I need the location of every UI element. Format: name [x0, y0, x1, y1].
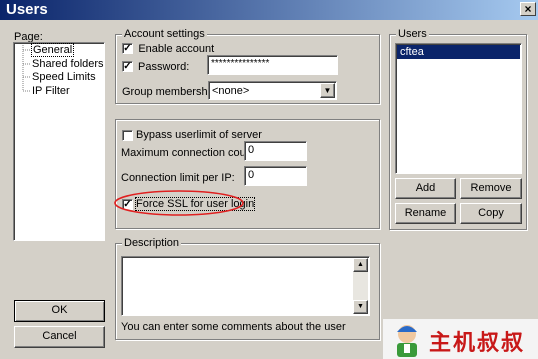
max-conn-label: Maximum connection count:: [121, 147, 258, 159]
tree-item-ip-filter[interactable]: IP Filter: [32, 85, 70, 97]
add-label: Add: [415, 182, 436, 194]
password-checkbox[interactable]: ✓: [122, 61, 133, 72]
watermark-logo: 主机叔叔: [383, 319, 538, 359]
window-title: Users: [6, 1, 48, 18]
enable-account-checkbox[interactable]: ✓: [122, 43, 133, 54]
max-conn-input[interactable]: 0: [244, 141, 307, 161]
remove-label: Remove: [470, 182, 512, 194]
user-item[interactable]: cftea: [397, 45, 520, 59]
tree-item-shared-folders[interactable]: Shared folders: [32, 58, 104, 70]
group-membership-value: <none>: [212, 85, 250, 97]
description-textarea[interactable]: ▲ ▼: [121, 256, 370, 316]
description-label: Description: [122, 237, 182, 249]
enable-account-text: Enable account: [138, 43, 215, 55]
users-list[interactable]: cftea: [395, 43, 522, 174]
group-membership-label: Group membership:: [122, 86, 220, 98]
add-button[interactable]: Add: [395, 178, 456, 199]
account-settings-label: Account settings: [122, 28, 207, 40]
arrow-up-icon: ▲: [357, 261, 364, 268]
copy-label: Copy: [478, 207, 504, 219]
description-hint: You can enter some comments about the us…: [121, 321, 346, 333]
scroll-down-button[interactable]: ▼: [353, 300, 368, 314]
password-label: Password:: [138, 61, 190, 73]
copy-button[interactable]: Copy: [460, 203, 522, 224]
tree-item-speed-limits[interactable]: Speed Limits: [32, 71, 96, 83]
mascot-icon: [397, 325, 417, 357]
arrow-down-icon: ▼: [357, 303, 364, 310]
scroll-up-button[interactable]: ▲: [353, 258, 368, 272]
ok-button[interactable]: OK: [14, 300, 105, 322]
ok-label: OK: [51, 304, 68, 316]
bypass-label: Bypass userlimit of server: [136, 129, 262, 141]
chevron-down-icon: ▼: [323, 86, 332, 95]
watermark-text: 主机叔叔: [429, 331, 526, 356]
cancel-button[interactable]: Cancel: [14, 326, 105, 348]
group-membership-select[interactable]: <none> ▼: [208, 81, 337, 100]
conn-per-ip-label: Connection limit per IP:: [121, 172, 235, 184]
close-button[interactable]: ×: [520, 2, 536, 16]
dropdown-button[interactable]: ▼: [320, 83, 335, 98]
conn-per-ip-input[interactable]: 0: [244, 166, 307, 186]
cancel-label: Cancel: [42, 330, 77, 342]
title-bar: Users ×: [0, 0, 538, 20]
users-label: Users: [396, 28, 429, 40]
page-tree[interactable]: General Shared folders Speed Limits IP F…: [13, 42, 105, 241]
rename-label: Rename: [404, 207, 447, 219]
password-field[interactable]: ***************: [207, 55, 338, 75]
scrollbar[interactable]: ▲ ▼: [353, 258, 368, 314]
tree-item-general[interactable]: General: [30, 43, 75, 57]
rename-button[interactable]: Rename: [395, 203, 456, 224]
remove-button[interactable]: Remove: [460, 178, 522, 199]
enable-account-label: EEnable account: [138, 43, 215, 55]
highlight-ring: [114, 190, 244, 216]
bypass-checkbox[interactable]: [122, 130, 133, 141]
